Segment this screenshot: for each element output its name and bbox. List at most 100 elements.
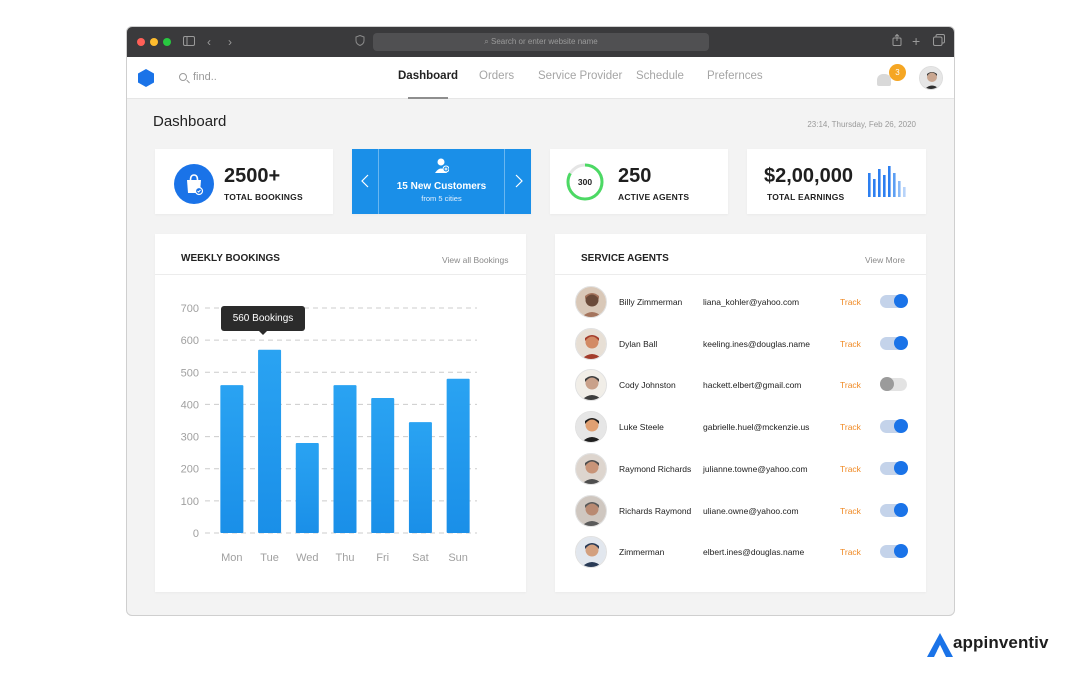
total-bookings-card[interactable]: 2500+ TOTAL BOOKINGS: [155, 149, 333, 214]
agent-avatar[interactable]: [575, 536, 607, 569]
toggle-knob: [894, 335, 908, 350]
chevron-right-icon: [515, 174, 523, 188]
minimize-window-button[interactable]: [150, 38, 158, 46]
x-tick-label: Sun: [448, 552, 468, 564]
view-more-link[interactable]: View More: [865, 255, 905, 265]
user-avatar[interactable]: [919, 66, 943, 90]
track-link[interactable]: Track: [840, 464, 861, 474]
agent-avatar[interactable]: [575, 452, 607, 485]
new-customers-carousel: 15 New Customers from 5 cities: [352, 149, 531, 214]
agent-avatar[interactable]: [575, 327, 607, 360]
tab-service-provider[interactable]: Service Provider: [538, 70, 622, 82]
app-logo-icon[interactable]: [137, 68, 155, 88]
agent-avatar[interactable]: [575, 411, 607, 444]
track-link[interactable]: Track: [840, 380, 861, 390]
y-tick-label: 500: [181, 367, 199, 379]
bar-sun[interactable]: [446, 378, 470, 533]
agent-active-toggle[interactable]: [880, 502, 908, 517]
tabs-overview-icon[interactable]: [933, 34, 945, 50]
current-datetime: 23:14, Thursday, Feb 26, 2020: [807, 120, 916, 129]
browser-window: ‹ › ⌕ Search or enter website name + fin…: [126, 26, 955, 616]
agent-name: Richards Raymond: [619, 505, 692, 516]
toggle-knob: [894, 419, 908, 434]
agent-row: Cody Johnston hackett.elbert@gmail.com Tra…: [555, 369, 925, 411]
agent-active-toggle[interactable]: [880, 294, 908, 308]
url-placeholder: Search or enter website name: [490, 37, 598, 46]
search-icon: [179, 73, 187, 81]
agent-email: uliane.owne@yahoo.com: [703, 505, 799, 516]
chart-tooltip: 560 Bookings: [221, 306, 305, 335]
toggle-knob: [894, 544, 908, 559]
bar-fri[interactable]: [371, 398, 395, 533]
panel-divider: [555, 274, 926, 275]
back-icon[interactable]: ‹: [207, 34, 211, 50]
share-icon[interactable]: [892, 33, 902, 50]
chart-tooltip-text: 560 Bookings: [232, 313, 294, 324]
active-agents-value: 250: [618, 165, 652, 187]
agent-email: julianne.towne@yahoo.com: [703, 463, 808, 474]
forward-icon[interactable]: ›: [228, 34, 232, 50]
bar-sat[interactable]: [408, 422, 432, 533]
weekly-bookings-title: WEEKLY BOOKINGS: [181, 253, 280, 264]
app-navbar: find.. Dashboard Orders Service Provider…: [127, 57, 954, 99]
track-link[interactable]: Track: [840, 506, 861, 516]
agent-active-toggle[interactable]: [880, 544, 908, 559]
total-earnings-card[interactable]: $2,00,000 TOTAL EARNINGS: [747, 149, 926, 214]
add-user-icon: [435, 158, 449, 173]
new-customers-title: 15 New Customers: [396, 181, 487, 192]
agent-email: keeling.ines@douglas.name: [703, 338, 810, 349]
sidebar-toggle-icon[interactable]: [183, 34, 195, 50]
active-agents-label: ACTIVE AGENTS: [618, 192, 690, 202]
total-earnings-value: $2,00,000: [764, 165, 853, 187]
x-tick-label: Mon: [221, 552, 242, 564]
privacy-shield-icon: [355, 34, 365, 50]
x-tick-label: Tue: [260, 552, 279, 564]
agent-active-toggle[interactable]: [880, 335, 908, 350]
track-link[interactable]: Track: [840, 422, 861, 432]
close-window-button[interactable]: [137, 38, 145, 46]
tab-orders[interactable]: Orders: [479, 70, 514, 82]
tab-schedule[interactable]: Schedule: [636, 70, 684, 82]
y-tick-label: 600: [181, 335, 199, 347]
agent-active-toggle[interactable]: [880, 460, 908, 475]
agent-avatar[interactable]: [575, 494, 607, 527]
total-bookings-label: TOTAL BOOKINGS: [224, 192, 303, 202]
x-tick-label: Sat: [412, 552, 429, 564]
agent-row: Dylan Ball keeling.ines@douglas.name Track: [555, 327, 925, 370]
track-link[interactable]: Track: [840, 339, 861, 349]
address-bar[interactable]: ⌕ Search or enter website name: [373, 33, 709, 51]
notification-badge: 3: [889, 64, 906, 81]
agent-avatar[interactable]: [575, 369, 607, 402]
new-tab-icon[interactable]: +: [912, 33, 920, 49]
agent-name: Raymond Richards: [619, 463, 692, 474]
y-tick-label: 700: [181, 303, 199, 315]
tab-dashboard[interactable]: Dashboard: [398, 70, 458, 82]
bar-wed[interactable]: [295, 443, 319, 533]
y-tick-label: 0: [193, 528, 199, 540]
weekly-bookings-panel: WEEKLY BOOKINGS View all Bookings 0 100 20…: [155, 234, 526, 592]
bar-thu[interactable]: [333, 385, 357, 533]
agent-active-toggle[interactable]: [880, 419, 908, 434]
new-customers-subtitle: from 5 cities: [421, 194, 462, 203]
view-all-bookings-link[interactable]: View all Bookings: [442, 255, 508, 265]
carousel-prev-button[interactable]: [352, 149, 379, 214]
service-agents-panel: SERVICE AGENTS View More Billy Zimmerman…: [555, 234, 926, 592]
agent-active-toggle[interactable]: [880, 377, 907, 392]
active-agents-card[interactable]: 300 250 ACTIVE AGENTS: [550, 149, 728, 214]
y-tick-label: 200: [181, 464, 199, 476]
carousel-next-button[interactable]: [504, 149, 531, 214]
track-link[interactable]: Track: [840, 297, 861, 307]
toggle-knob: [894, 294, 908, 308]
brand-name: appinventiv: [953, 633, 1049, 652]
search-input[interactable]: find..: [193, 71, 217, 83]
browser-toolbar: ‹ › ⌕ Search or enter website name +: [127, 27, 954, 57]
maximize-window-button[interactable]: [163, 38, 171, 46]
track-link[interactable]: Track: [840, 547, 861, 557]
search-box[interactable]: find..: [179, 71, 217, 83]
service-agents-title: SERVICE AGENTS: [581, 253, 669, 264]
agent-avatar[interactable]: [575, 286, 607, 318]
bar-mon[interactable]: [220, 385, 244, 533]
tab-preferences[interactable]: Prefernces: [707, 70, 763, 82]
bar-tue[interactable]: [258, 349, 282, 533]
weekly-bookings-chart: 0 100 200 300 400 500 600 700 Mon Tue Wed Thu Fri Sat…: [181, 303, 477, 564]
